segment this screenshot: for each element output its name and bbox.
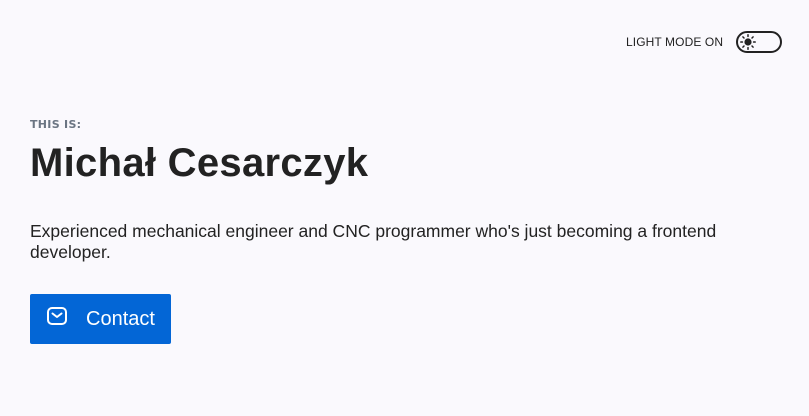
sun-icon (740, 34, 757, 50)
contact-button-label: Contact (86, 307, 155, 330)
page-title: Michał Cesarczyk (30, 141, 369, 185)
theme-switch[interactable]: LIGHT MODE ON (626, 30, 783, 54)
theme-toggle-label: LIGHT MODE ON (626, 35, 724, 49)
contact-button[interactable]: Contact (30, 294, 171, 344)
hero-section: THIS IS: Michał Cesarczyk Experienced me… (30, 118, 770, 344)
tagline: Experienced mechanical engineer and CNC … (30, 221, 717, 262)
mail-icon (46, 305, 68, 327)
intro-eyebrow: THIS IS: (30, 118, 82, 131)
theme-toggle[interactable] (736, 31, 783, 53)
